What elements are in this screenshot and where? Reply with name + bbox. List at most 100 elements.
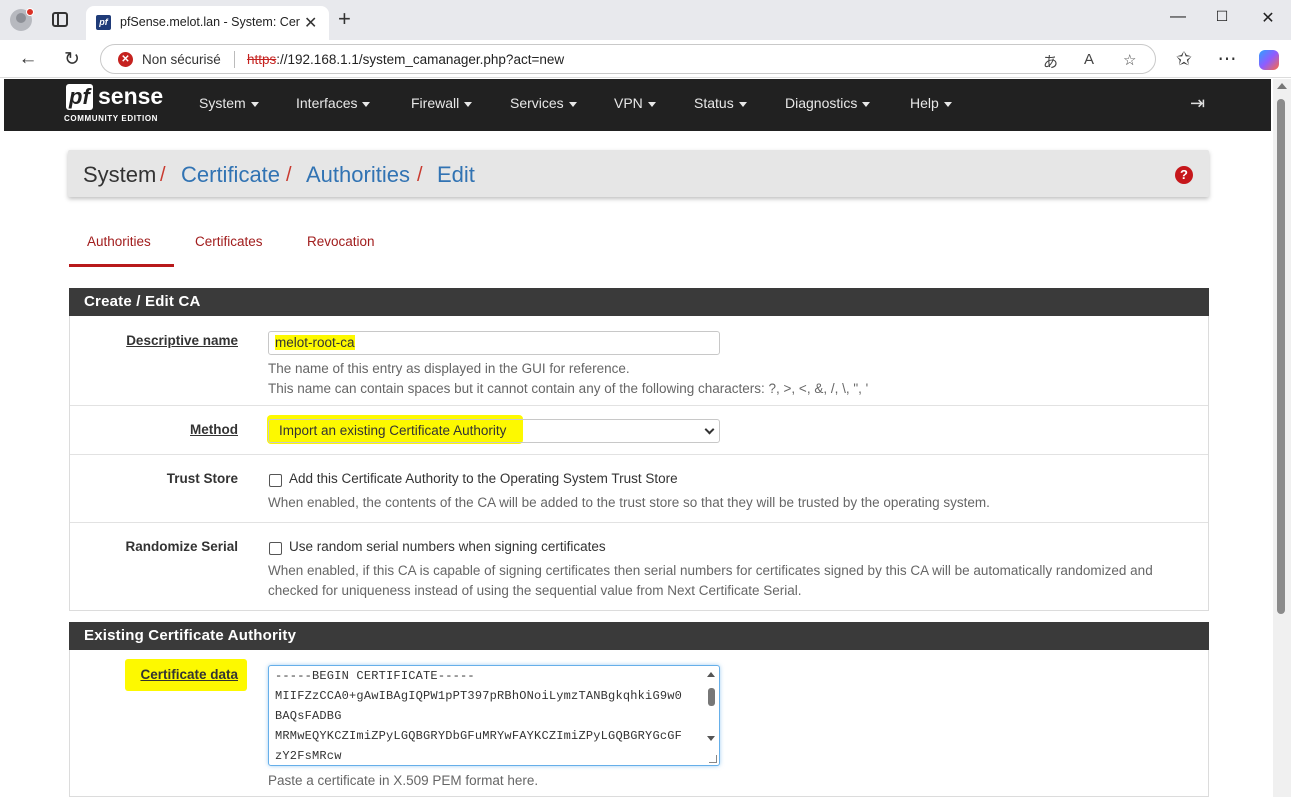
menu-services-label: Services bbox=[510, 95, 564, 111]
certificate-data-textarea[interactable]: -----BEGIN CERTIFICATE----- MIIFZzCCA0+g… bbox=[268, 665, 720, 766]
randomize-serial-help-1: When enabled, if this CA is capable of s… bbox=[268, 563, 1153, 578]
existing-ca-panel: Certificate data -----BEGIN CERTIFICATE-… bbox=[69, 650, 1209, 797]
page-tabs: Authorities Certificates Revocation bbox=[69, 222, 1209, 268]
create-edit-ca-panel: Descriptive name melot-root-ca The name … bbox=[69, 316, 1209, 611]
menu-help[interactable]: Help bbox=[910, 95, 952, 111]
logo-pf[interactable]: pf bbox=[66, 84, 93, 110]
favorite-star-icon[interactable]: ☆ bbox=[1123, 51, 1136, 69]
scroll-down-icon[interactable] bbox=[707, 736, 715, 741]
more-icon[interactable]: ⋯ bbox=[1216, 48, 1238, 71]
existing-ca-heading: Existing Certificate Authority bbox=[69, 622, 1209, 650]
descriptive-name-value: melot-root-ca bbox=[275, 335, 355, 350]
browser-tab-bar: pf pfSense.melot.lan - System: Certif ✕ … bbox=[0, 0, 1291, 40]
tab-certificates[interactable]: Certificates bbox=[195, 222, 263, 267]
page-scrollbar[interactable] bbox=[1273, 79, 1291, 797]
resize-grip-icon[interactable] bbox=[709, 755, 717, 763]
method-select[interactable]: Import an existing Certificate Authority bbox=[268, 419, 720, 443]
trust-store-help: When enabled, the contents of the CA wil… bbox=[268, 495, 990, 510]
trust-store-checkbox[interactable] bbox=[269, 474, 282, 487]
menu-diagnostics-label: Diagnostics bbox=[785, 95, 858, 111]
textarea-scrollbar[interactable] bbox=[705, 668, 717, 763]
randomize-serial-help-2: checked for uniqueness instead of using … bbox=[268, 583, 802, 598]
url-field[interactable]: ✕ Non sécurisé https://192.168.1.1/syste… bbox=[100, 44, 1156, 74]
caret-down-icon bbox=[464, 101, 473, 107]
translate-icon[interactable]: あ bbox=[1043, 51, 1058, 72]
tab-authorities[interactable]: Authorities bbox=[69, 222, 174, 267]
caret-down-icon bbox=[862, 101, 871, 107]
certificate-data-help: Paste a certificate in X.509 PEM format … bbox=[268, 773, 539, 788]
minimize-icon[interactable]: — bbox=[1168, 8, 1188, 26]
menu-firewall[interactable]: Firewall bbox=[411, 95, 473, 111]
pfsense-favicon-icon: pf bbox=[96, 15, 111, 30]
logo-sense[interactable]: sense bbox=[98, 83, 163, 110]
caret-down-icon bbox=[943, 101, 952, 107]
menu-diagnostics[interactable]: Diagnostics bbox=[785, 95, 871, 111]
breadcrumb-separator: / bbox=[286, 164, 292, 186]
caret-down-icon bbox=[568, 101, 577, 107]
method-selected-value: Import an existing Certificate Authority bbox=[279, 423, 507, 438]
breadcrumb-edit[interactable]: Edit bbox=[437, 162, 475, 188]
security-label[interactable]: Non sécurisé bbox=[142, 52, 221, 67]
certificate-line: -----BEGIN CERTIFICATE----- bbox=[275, 669, 475, 683]
certificate-line: MIIFZzCCA0+gAwIBAgIQPW1pPT397pRBhONoiLym… bbox=[275, 689, 683, 703]
certificate-line: zY2FsMRcw bbox=[275, 749, 342, 763]
logout-icon[interactable]: ⇥ bbox=[1190, 93, 1205, 114]
tab-title: pfSense.melot.lan - System: Certif bbox=[120, 15, 300, 29]
menu-firewall-label: Firewall bbox=[411, 95, 460, 111]
breadcrumb: System / Certificate / Authorities / Edi… bbox=[68, 150, 1209, 197]
randomize-serial-checkbox-label[interactable]: Use random serial numbers when signing c… bbox=[289, 539, 606, 554]
descriptive-name-help-2: This name can contain spaces but it cann… bbox=[268, 381, 869, 396]
descriptive-name-row: Descriptive name melot-root-ca The name … bbox=[70, 316, 1208, 406]
descriptive-name-field[interactable]: melot-root-ca bbox=[268, 331, 720, 355]
url-path: ://192.168.1.1/system_camanager.php?act=… bbox=[276, 52, 565, 67]
url-scheme: https bbox=[247, 52, 277, 67]
menu-status-label: Status bbox=[694, 95, 734, 111]
caret-down-icon bbox=[250, 101, 259, 107]
close-tab-icon[interactable]: ✕ bbox=[304, 13, 317, 33]
caret-down-icon bbox=[738, 101, 747, 107]
randomize-serial-checkbox[interactable] bbox=[269, 542, 282, 555]
breadcrumb-authorities[interactable]: Authorities bbox=[306, 162, 410, 188]
menu-interfaces-label: Interfaces bbox=[296, 95, 358, 111]
textarea-scroll-thumb[interactable] bbox=[708, 688, 715, 706]
read-aloud-icon[interactable]: A bbox=[1084, 51, 1094, 68]
breadcrumb-system: System bbox=[83, 162, 157, 187]
pfsense-navbar: pf sense COMMUNITY EDITION System Interf… bbox=[4, 79, 1271, 131]
new-tab-icon[interactable]: + bbox=[338, 7, 351, 31]
descriptive-name-help-1: The name of this entry as displayed in t… bbox=[268, 361, 630, 376]
maximize-icon[interactable]: ☐ bbox=[1212, 8, 1232, 25]
tab-revocation[interactable]: Revocation bbox=[307, 222, 375, 267]
browser-address-bar: ← ↻ ✕ Non sécurisé https://192.168.1.1/s… bbox=[0, 40, 1291, 78]
method-row: Method Import an existing Certificate Au… bbox=[70, 406, 1208, 455]
window-close-icon[interactable]: ✕ bbox=[1258, 8, 1278, 28]
trust-store-checkbox-label[interactable]: Add this Certificate Authority to the Op… bbox=[289, 471, 678, 486]
scroll-up-icon[interactable] bbox=[1277, 83, 1287, 89]
not-secure-icon[interactable]: ✕ bbox=[118, 52, 133, 67]
menu-system-label: System bbox=[199, 95, 246, 111]
help-icon[interactable]: ? bbox=[1175, 166, 1193, 184]
scroll-up-icon[interactable] bbox=[707, 672, 715, 677]
favorites-icon[interactable]: ✩ bbox=[1173, 48, 1195, 71]
breadcrumb-certificate[interactable]: Certificate bbox=[181, 162, 280, 188]
menu-vpn[interactable]: VPN bbox=[614, 95, 656, 111]
caret-down-icon bbox=[647, 101, 656, 107]
tab-actions-icon[interactable] bbox=[52, 12, 68, 27]
url-text[interactable]: https://192.168.1.1/system_camanager.php… bbox=[247, 52, 564, 67]
breadcrumb-separator: / bbox=[417, 164, 423, 186]
scroll-thumb[interactable] bbox=[1277, 99, 1285, 614]
refresh-icon[interactable]: ↻ bbox=[61, 48, 83, 71]
chevron-down-icon bbox=[704, 424, 715, 435]
back-icon[interactable]: ← bbox=[17, 48, 39, 70]
menu-interfaces[interactable]: Interfaces bbox=[296, 95, 371, 111]
randomize-serial-row: Randomize Serial Use random serial numbe… bbox=[70, 523, 1208, 611]
copilot-icon[interactable] bbox=[1259, 50, 1279, 70]
menu-services[interactable]: Services bbox=[510, 95, 577, 111]
create-edit-ca-heading: Create / Edit CA bbox=[69, 288, 1209, 316]
menu-help-label: Help bbox=[910, 95, 939, 111]
menu-system[interactable]: System bbox=[199, 95, 259, 111]
menu-status[interactable]: Status bbox=[694, 95, 747, 111]
certificate-line: MRMwEQYKCZImiZPyLGQBGRYDbGFuMRYwFAYKCZIm… bbox=[275, 729, 683, 743]
browser-tab-active[interactable]: pf pfSense.melot.lan - System: Certif ✕ bbox=[86, 6, 329, 40]
randomize-serial-label: Randomize Serial bbox=[125, 539, 238, 554]
descriptive-name-label: Descriptive name bbox=[126, 333, 238, 348]
